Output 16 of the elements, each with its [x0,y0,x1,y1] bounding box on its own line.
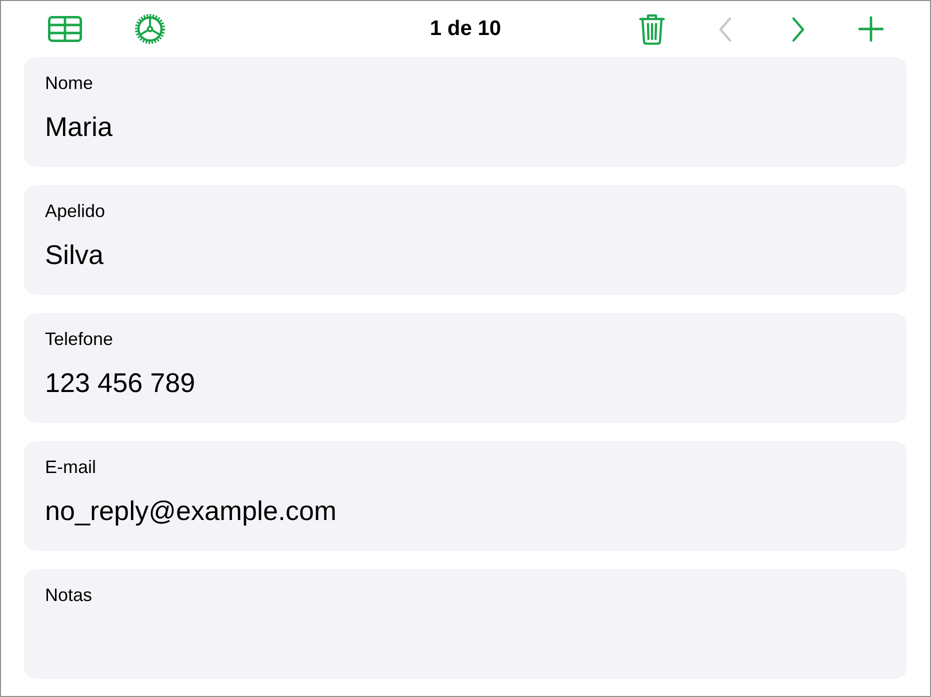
trash-icon [639,13,665,45]
field-value[interactable]: no_reply@example.com [45,495,337,527]
table-icon [48,16,82,42]
plus-icon [858,16,884,42]
field-value[interactable]: 123 456 789 [45,367,196,399]
field-label: Telefone [45,328,114,351]
field-value[interactable]: Silva [45,239,104,271]
gear-icon [134,13,166,45]
field-label: Nome [45,72,94,95]
chevron-right-icon [792,16,804,42]
chevron-left-icon [718,16,732,42]
record-counter: 1 de 10 [430,16,502,42]
field-label: Notas [45,584,92,607]
field-value[interactable]: Maria [45,111,113,143]
field-label: Apelido [45,200,106,223]
field-label: E-mail [45,456,96,479]
